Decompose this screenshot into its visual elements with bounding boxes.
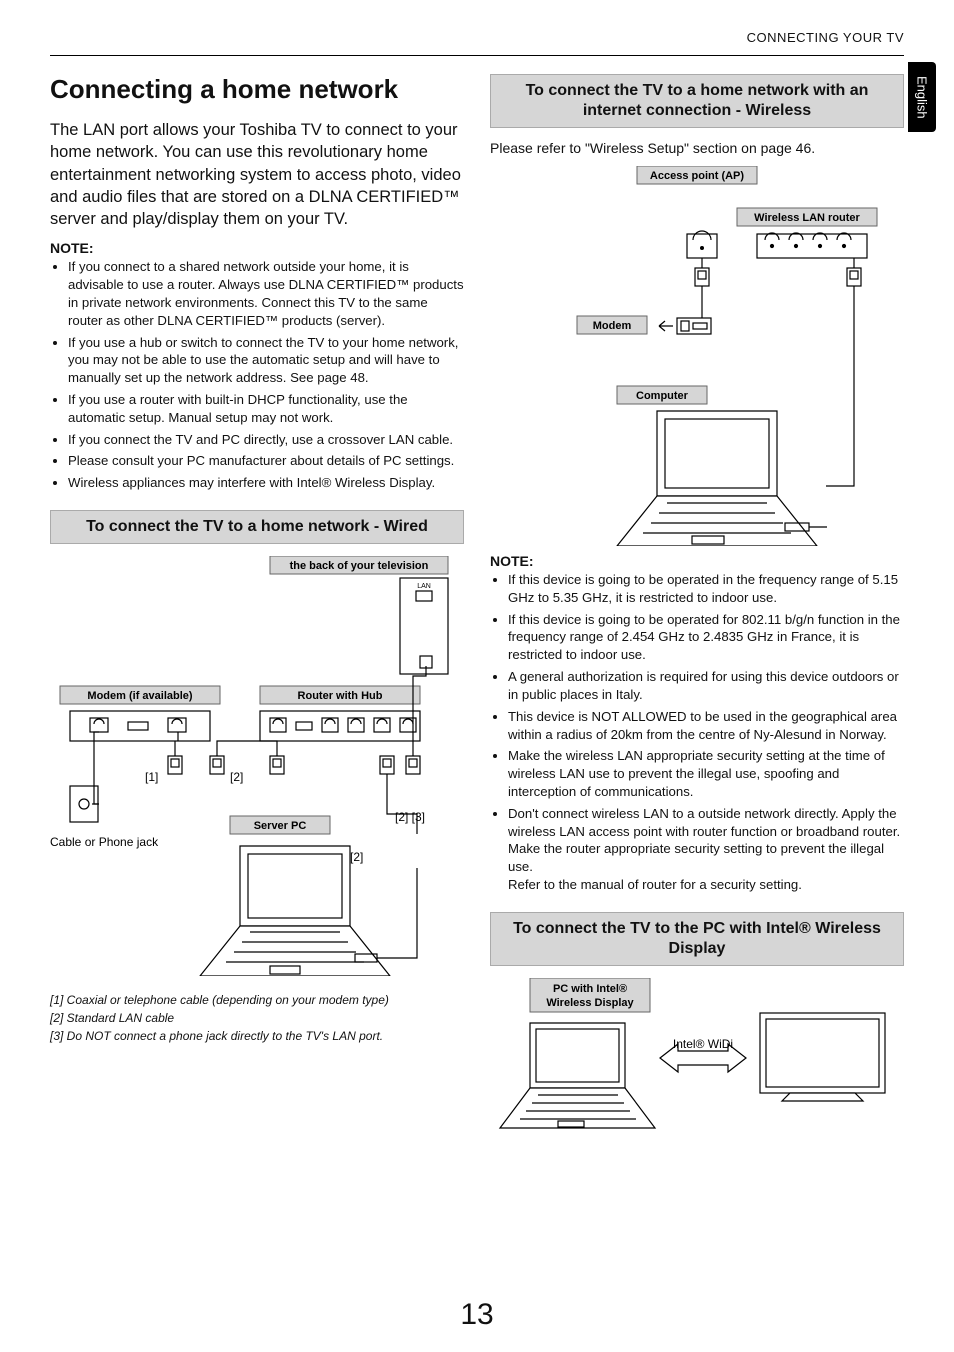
callout-23: [2] [3] bbox=[395, 810, 425, 824]
section-header-wireless: To connect the TV to a home network with… bbox=[490, 74, 904, 128]
note-list-right: If this device is going to be operated i… bbox=[490, 571, 904, 894]
footnote-item: [2] Standard LAN cable bbox=[50, 1009, 464, 1027]
footnote-item: [1] Coaxial or telephone cable (dependin… bbox=[50, 991, 464, 1009]
note-item: If you use a router with built-in DHCP f… bbox=[68, 391, 464, 427]
header-rule bbox=[50, 55, 904, 56]
modem-label-w: Modem bbox=[593, 320, 632, 332]
callout-1: [1] bbox=[145, 770, 158, 784]
diagram-wired: the back of your television LAN Modem (i… bbox=[50, 556, 464, 979]
page-title: Connecting a home network bbox=[50, 74, 464, 105]
svg-text:LAN: LAN bbox=[417, 583, 431, 590]
computer-label: Computer bbox=[636, 390, 689, 402]
ap-label: Access point (AP) bbox=[650, 170, 744, 182]
wlan-label: Wireless LAN router bbox=[754, 212, 860, 224]
callout-2a: [2] bbox=[230, 770, 243, 784]
note-item: Please consult your PC manufacturer abou… bbox=[68, 452, 464, 470]
widi-arrow-label: Intel® WiDi bbox=[673, 1037, 733, 1051]
language-tab: English bbox=[908, 62, 936, 132]
section-header-wired: To connect the TV to a home network - Wi… bbox=[50, 510, 464, 544]
note-heading-left: NOTE: bbox=[50, 240, 464, 256]
note-item: If you connect the TV and PC directly, u… bbox=[68, 431, 464, 449]
note-item: This device is NOT ALLOWED to be used in… bbox=[508, 708, 904, 744]
note-item: Make the wireless LAN appropriate securi… bbox=[508, 747, 904, 800]
diagram-widi: PC with Intel® Wireless Display Intel® W… bbox=[490, 978, 904, 1141]
widi-pc-label-l2: Wireless Display bbox=[546, 997, 634, 1009]
router-label: Router with Hub bbox=[298, 690, 383, 702]
footnote-item: [3] Do NOT connect a phone jack directly… bbox=[50, 1027, 464, 1045]
note-item: Don't connect wireless LAN to a outside … bbox=[508, 805, 904, 894]
callout-2b: [2] bbox=[350, 850, 363, 864]
server-pc-label: Server PC bbox=[254, 820, 307, 832]
section-header-widi: To connect the TV to the PC with Intel® … bbox=[490, 912, 904, 966]
page-number: 13 bbox=[0, 1298, 954, 1332]
right-column: To connect the TV to a home network with… bbox=[490, 74, 904, 1141]
wireless-ref-line: Please refer to "Wireless Setup" section… bbox=[490, 140, 904, 156]
tv-back-label: the back of your television bbox=[290, 560, 429, 572]
note-heading-right: NOTE: bbox=[490, 553, 904, 569]
note-item: If you use a hub or switch to connect th… bbox=[68, 334, 464, 387]
note-item: If this device is going to be operated i… bbox=[508, 571, 904, 607]
intro-paragraph: The LAN port allows your Toshiba TV to c… bbox=[50, 119, 464, 230]
left-column: Connecting a home network The LAN port a… bbox=[50, 74, 464, 1141]
footnotes: [1] Coaxial or telephone cable (dependin… bbox=[50, 991, 464, 1045]
widi-pc-label-l1: PC with Intel® bbox=[553, 983, 627, 995]
modem-label: Modem (if available) bbox=[87, 690, 192, 702]
note-item: If this device is going to be operated f… bbox=[508, 611, 904, 664]
diagram-wireless: Access point (AP) Wireless LAN router bbox=[490, 166, 904, 549]
note-item: Wireless appliances may interfere with I… bbox=[68, 474, 464, 492]
running-header: CONNECTING YOUR TV bbox=[50, 30, 904, 45]
note-item: If you connect to a shared network outsi… bbox=[68, 258, 464, 329]
note-list-left: If you connect to a shared network outsi… bbox=[50, 258, 464, 492]
note-item: A general authorization is required for … bbox=[508, 668, 904, 704]
cable-jack-label: Cable or Phone jack bbox=[50, 835, 159, 849]
